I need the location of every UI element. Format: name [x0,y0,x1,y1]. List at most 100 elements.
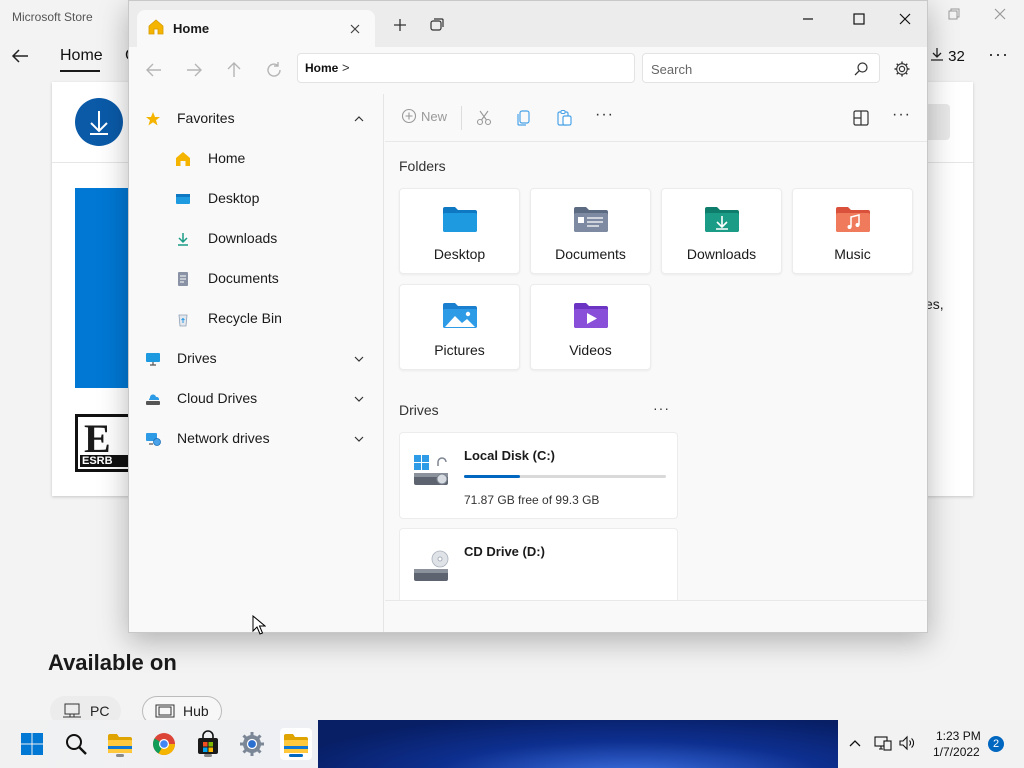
documents-icon [178,272,188,286]
up-arrow-icon [227,62,241,77]
breadcrumb-chevron[interactable]: > [342,60,350,75]
minimize-button[interactable] [793,9,823,29]
search-input[interactable] [651,60,841,78]
monitor-icon [146,353,160,366]
refresh-button[interactable] [263,59,285,81]
tab-list-button[interactable] [429,17,445,33]
back-button[interactable] [143,59,165,81]
restore-icon [948,8,960,20]
more-options-button[interactable]: ··· [595,106,614,124]
hub-icon [155,704,175,718]
taskbar-settings[interactable] [236,728,268,760]
tab-label: Home [173,21,210,36]
folder-label: Documents [555,246,626,262]
desktop-icon [176,194,190,204]
tab-home[interactable]: Home [137,10,375,47]
tab-close-button[interactable] [345,19,365,39]
forward-button[interactable] [183,59,205,81]
drive-usage-fill [464,475,520,478]
sidebar-item-favorites[interactable]: Favorites [129,99,384,139]
folder-desktop[interactable]: Desktop [399,188,520,274]
folder-documents[interactable]: Documents [530,188,651,274]
drive-cd-d[interactable]: CD Drive (D:) [399,528,678,608]
folder-music[interactable]: Music [792,188,913,274]
store-nav-home[interactable]: Home [60,47,103,65]
folder-label: Desktop [433,246,486,262]
taskbar-file-explorer-active[interactable] [280,728,312,760]
running-indicator [116,754,124,757]
search-box[interactable] [642,53,880,83]
chevron-down-icon[interactable] [353,433,365,445]
copy-icon[interactable] [515,109,533,127]
sidebar-item-label: Drives [177,350,217,366]
cut-icon[interactable] [475,109,493,127]
folder-label: Pictures [434,342,485,358]
store-restore-button[interactable] [944,6,964,26]
store-close-button[interactable] [990,6,1010,26]
available-on-heading: Available on [48,650,177,675]
folder-downloads[interactable]: Downloads [661,188,782,274]
sidebar-item-desktop[interactable]: Desktop [129,179,384,219]
gear-icon[interactable] [893,60,911,78]
store-more-button[interactable]: ··· [988,44,1009,65]
tab-list-icon [430,18,444,31]
videos-folder-icon [574,303,608,328]
paste-icon[interactable] [555,109,573,127]
sidebar-item-label: Recycle Bin [208,310,282,326]
up-button[interactable] [223,59,245,81]
see-more-button[interactable]: ··· [892,106,911,124]
chevron-down-icon[interactable] [353,353,365,365]
store-back-button[interactable] [10,46,30,66]
taskbar-microsoft-store[interactable] [192,728,224,760]
store-downloads-button[interactable]: 32 [930,47,965,65]
folder-videos[interactable]: Videos [530,284,651,370]
drive-name: CD Drive (D:) [464,544,545,559]
start-icon [21,733,43,755]
chrome-icon [153,733,175,755]
volume-icon[interactable] [898,735,916,751]
sidebar-item-network-drives[interactable]: Network drives [129,419,384,459]
active-indicator [289,754,303,757]
star-icon [146,112,160,126]
new-tab-button[interactable] [391,16,409,34]
sidebar-item-downloads[interactable]: Downloads [129,219,384,259]
folder-pictures[interactable]: Pictures [399,284,520,370]
address-bar[interactable]: Home > [297,53,635,83]
drives-more-button[interactable]: ··· [653,400,670,416]
platform-chip-label: Hub [183,703,209,719]
network-icon[interactable] [874,735,892,751]
clock-time[interactable]: 1:23 PM [936,729,981,743]
plus-icon [394,19,406,31]
local-disk-icon [414,455,448,485]
taskbar-search-button[interactable] [60,728,92,760]
sidebar-item-cloud-drives[interactable]: Cloud Drives [129,379,384,419]
store-product-image [75,188,135,388]
esrb-rating-badge: E ESRB [75,414,132,472]
network-icon [146,433,161,446]
sidebar-item-recycle-bin[interactable]: Recycle Bin [129,299,384,339]
chevron-down-icon[interactable] [353,393,365,405]
minimize-icon [803,18,813,20]
sidebar-item-documents[interactable]: Documents [129,259,384,299]
cd-drive-icon [414,550,449,581]
drive-local-disk-c[interactable]: Local Disk (C:) 71.87 GB free of 99.3 GB [399,432,678,519]
store-install-button[interactable] [75,98,123,146]
taskbar-file-explorer[interactable] [104,728,136,760]
chevron-up-icon[interactable] [848,736,862,750]
chevron-up-icon[interactable] [353,113,365,125]
sidebar-item-drives[interactable]: Drives [129,339,384,379]
maximize-button[interactable] [843,9,873,29]
taskbar-chrome[interactable] [148,728,180,760]
clock-date[interactable]: 1/7/2022 [933,745,980,759]
start-button[interactable] [16,728,48,760]
sidebar-item-home[interactable]: Home [129,139,384,179]
home-icon [176,152,190,166]
new-button[interactable]: New [401,108,447,124]
notification-badge[interactable]: 2 [988,736,1004,752]
close-window-button[interactable] [889,9,919,29]
download-icon [931,48,943,61]
search-icon[interactable] [853,61,869,77]
layout-icon[interactable] [852,109,870,127]
sidebar-item-label: Home [208,150,246,166]
breadcrumb-home[interactable]: Home [305,61,338,75]
